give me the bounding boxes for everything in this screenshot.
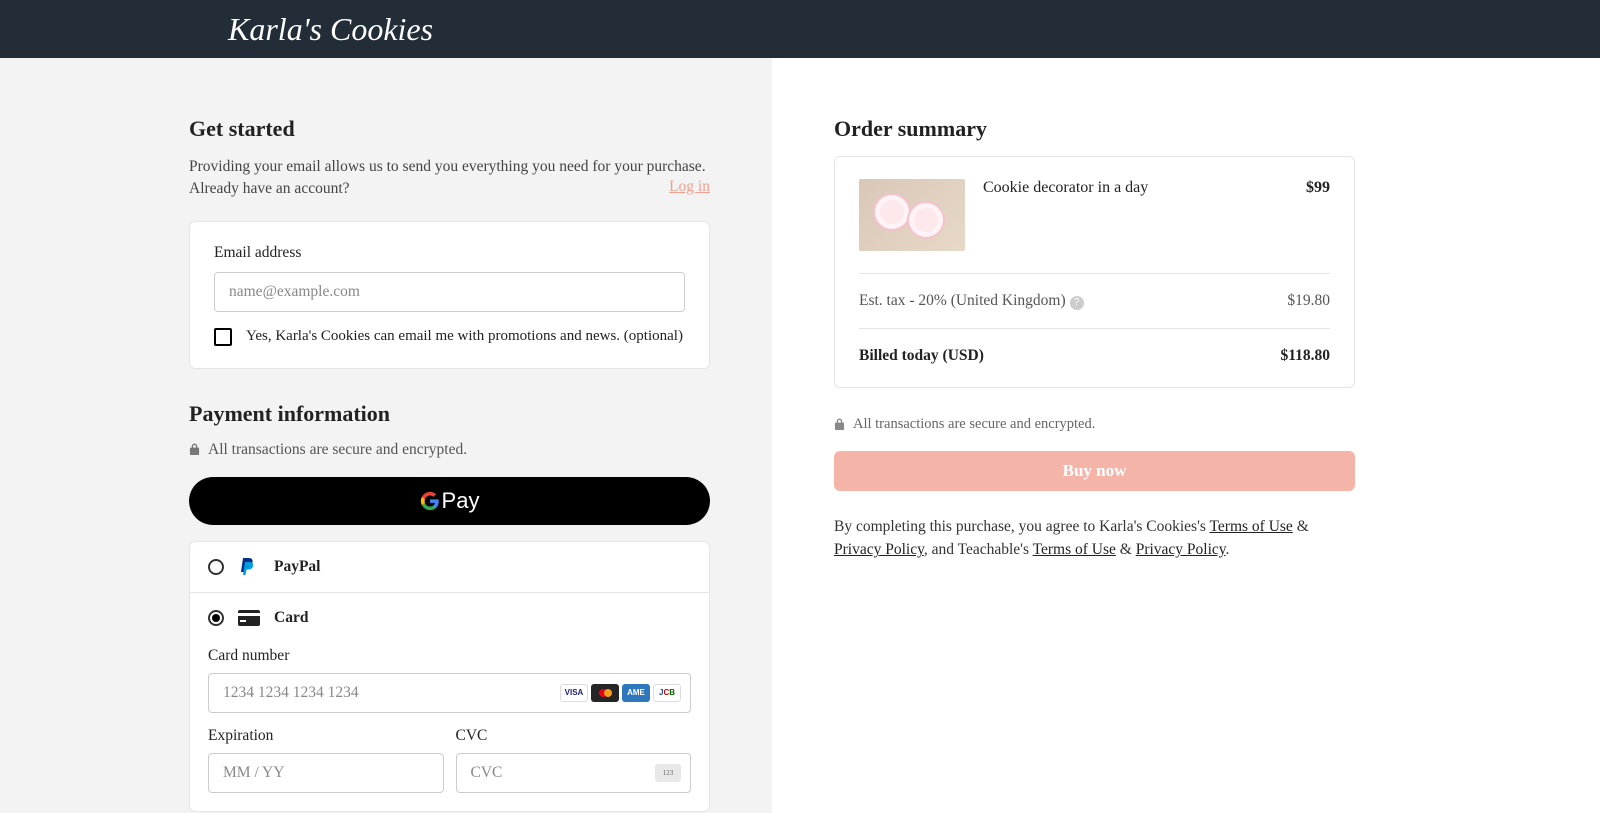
jcb-icon: JCB	[653, 684, 681, 702]
total-amount: $118.80	[1280, 347, 1330, 365]
product-name: Cookie decorator in a day	[983, 179, 1148, 251]
cvc-hint-icon: 123	[655, 764, 681, 782]
email-label: Email address	[214, 244, 685, 262]
payment-title: Payment information	[189, 401, 710, 427]
buy-now-button[interactable]: Buy now	[834, 451, 1355, 491]
paypal-label: PayPal	[274, 558, 321, 576]
email-card: Email address Yes, Karla's Cookies can e…	[189, 221, 710, 369]
product-price: $99	[1306, 179, 1330, 251]
card-label: Card	[274, 609, 308, 627]
lock-icon	[834, 418, 845, 431]
amex-icon: AME	[622, 684, 650, 702]
product-thumbnail	[859, 179, 965, 251]
teachable-privacy-link[interactable]: Privacy Policy	[1136, 541, 1226, 558]
paypal-radio[interactable]	[208, 559, 224, 575]
google-pay-button[interactable]: Pay	[189, 477, 710, 525]
tax-amount: $19.80	[1287, 292, 1330, 310]
card-radio[interactable]	[208, 610, 224, 626]
payment-method-card[interactable]: Card	[190, 593, 709, 643]
secure-text-right: All transactions are secure and encrypte…	[853, 416, 1095, 433]
brand-logo: Karla's Cookies	[228, 11, 433, 47]
school-privacy-link[interactable]: Privacy Policy	[834, 541, 924, 558]
secure-text: All transactions are secure and encrypte…	[208, 441, 467, 459]
order-summary-box: Cookie decorator in a day $99 Est. tax -…	[834, 156, 1355, 388]
card-brand-icons: VISA AME JCB	[560, 684, 681, 702]
school-terms-link[interactable]: Terms of Use	[1210, 518, 1293, 535]
teachable-terms-link[interactable]: Terms of Use	[1033, 541, 1116, 558]
divider	[859, 273, 1330, 274]
google-icon	[420, 491, 440, 511]
get-started-subtext: Providing your email allows us to send y…	[189, 158, 706, 197]
order-summary-title: Order summary	[834, 116, 1355, 142]
expiration-input[interactable]	[208, 753, 444, 793]
email-input[interactable]	[214, 272, 685, 312]
marketing-optin-label: Yes, Karla's Cookies can email me with p…	[246, 328, 683, 345]
visa-icon: VISA	[560, 684, 588, 702]
login-link[interactable]: Log in	[669, 178, 710, 196]
paypal-icon	[238, 559, 260, 575]
card-number-label: Card number	[208, 647, 691, 665]
mastercard-icon	[591, 684, 619, 702]
payment-methods-list: PayPal Card Card number VISA	[189, 541, 710, 812]
marketing-optin-checkbox[interactable]	[214, 328, 232, 346]
order-item-row: Cookie decorator in a day $99	[859, 179, 1330, 251]
divider	[859, 328, 1330, 329]
total-label: Billed today (USD)	[859, 347, 984, 365]
legal-text: By completing this purchase, you agree t…	[834, 515, 1355, 562]
help-icon[interactable]: ?	[1070, 296, 1084, 310]
payment-method-paypal[interactable]: PayPal	[190, 542, 709, 593]
lock-icon	[189, 443, 200, 456]
expiration-label: Expiration	[208, 727, 444, 745]
get-started-title: Get started	[189, 116, 710, 142]
cvc-label: CVC	[456, 727, 692, 745]
gpay-label: Pay	[442, 488, 480, 514]
card-icon	[238, 610, 260, 626]
tax-label: Est. tax - 20% (United Kingdom)?	[859, 292, 1084, 310]
